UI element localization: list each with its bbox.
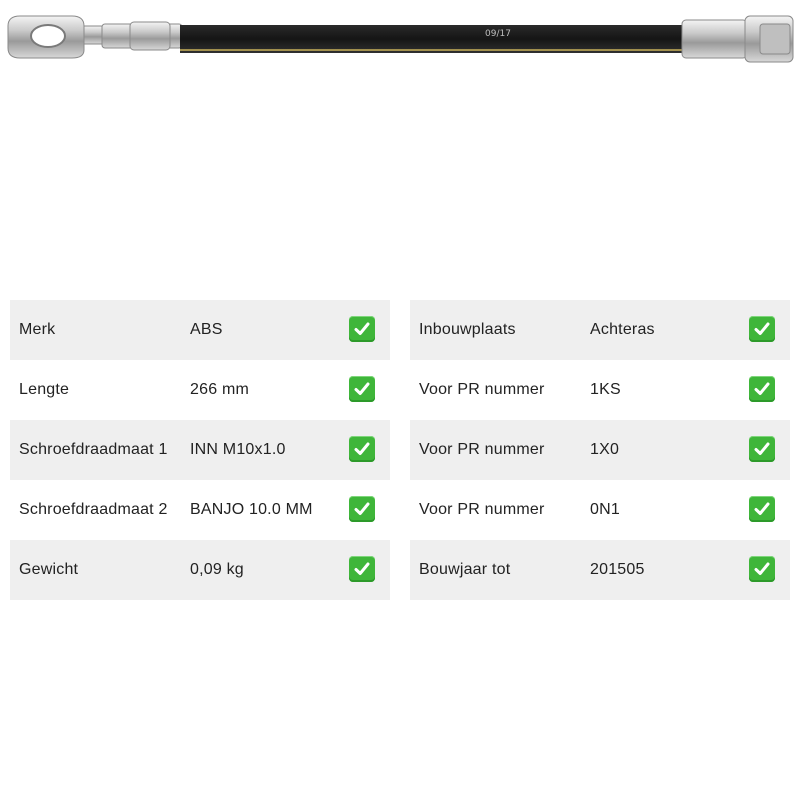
spec-label-voor-pr-nummer: Voor PR nummer xyxy=(419,381,545,398)
spec-value-schroefdraadmaat-2: BANJO 10.0 MM xyxy=(190,501,313,518)
spec-row: Schroefdraadmaat 2 BANJO 10.0 MM xyxy=(10,480,390,540)
spec-row: Voor PR nummer 1X0 xyxy=(410,420,790,480)
spec-label-voor-pr-nummer: Voor PR nummer xyxy=(419,501,545,518)
check-icon xyxy=(749,316,775,342)
spec-value-merk: ABS xyxy=(190,321,223,338)
spec-row: Bouwjaar tot 201505 xyxy=(410,540,790,600)
spec-row: Voor PR nummer 0N1 xyxy=(410,480,790,540)
spec-row: Schroefdraadmaat 1 INN M10x1.0 xyxy=(10,420,390,480)
brake-hose-image: 09/17 xyxy=(7,15,794,63)
spec-label-lengte: Lengte xyxy=(19,381,70,398)
check-icon xyxy=(749,436,775,462)
check-icon xyxy=(749,496,775,522)
spec-value-voor-pr-nummer: 1X0 xyxy=(590,441,620,458)
check-icon xyxy=(349,556,375,582)
spec-row: Merk ABS xyxy=(10,300,390,360)
check-icon xyxy=(749,376,775,402)
spec-value-gewicht: 0,09 kg xyxy=(190,561,244,578)
spec-table-right: Inbouwplaats Achteras Voor PR nummer 1KS… xyxy=(410,300,790,600)
spec-label-gewicht: Gewicht xyxy=(19,561,79,578)
spec-label-voor-pr-nummer: Voor PR nummer xyxy=(419,441,545,458)
spec-value-bouwjaar-tot: 201505 xyxy=(590,561,645,578)
check-icon xyxy=(749,556,775,582)
check-icon xyxy=(349,436,375,462)
spec-label-inbouwplaats: Inbouwplaats xyxy=(419,321,516,338)
spec-row: Lengte 266 mm xyxy=(10,360,390,420)
spec-label-bouwjaar-tot: Bouwjaar tot xyxy=(419,561,511,578)
spec-row: Gewicht 0,09 kg xyxy=(10,540,390,600)
check-icon xyxy=(349,496,375,522)
spec-value-inbouwplaats: Achteras xyxy=(590,321,655,338)
spec-value-voor-pr-nummer: 1KS xyxy=(590,381,621,398)
spec-table-left: Merk ABS Lengte 266 mm Schroefdraadmaat … xyxy=(10,300,390,600)
spec-value-lengte: 266 mm xyxy=(190,381,249,398)
spec-label-schroefdraadmaat-1: Schroefdraadmaat 1 xyxy=(19,441,168,458)
spec-value-schroefdraadmaat-1: INN M10x1.0 xyxy=(190,441,286,458)
spec-label-schroefdraadmaat-2: Schroefdraadmaat 2 xyxy=(19,501,168,518)
hose-marking: 09/17 xyxy=(485,29,511,39)
spec-row: Inbouwplaats Achteras xyxy=(410,300,790,360)
spec-label-merk: Merk xyxy=(19,321,56,338)
check-icon xyxy=(349,376,375,402)
spec-row: Voor PR nummer 1KS xyxy=(410,360,790,420)
product-image: 09/17 xyxy=(0,0,800,90)
hose-body: 09/17 xyxy=(180,25,685,53)
banjo-fitting xyxy=(7,15,183,59)
threaded-fitting xyxy=(681,15,794,63)
check-icon xyxy=(349,316,375,342)
spec-value-voor-pr-nummer: 0N1 xyxy=(590,501,620,518)
